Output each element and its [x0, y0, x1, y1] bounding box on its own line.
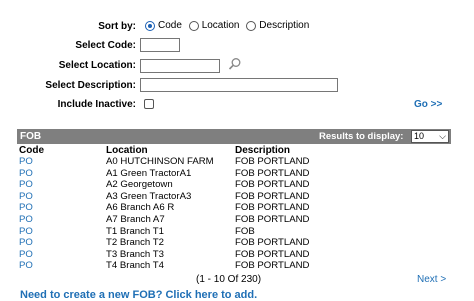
sort-location-radio[interactable]: [188, 20, 199, 31]
row-code[interactable]: PO: [19, 249, 33, 261]
grid-title: FOB: [20, 131, 42, 142]
include-inactive-checkbox[interactable]: [144, 99, 154, 109]
go-link[interactable]: Go >>: [414, 99, 442, 110]
table-row[interactable]: PO T1 Branch T1 FOB: [19, 226, 449, 238]
table-row[interactable]: PO T3 Branch T3 FOB PORTLAND: [19, 249, 449, 261]
row-code[interactable]: PO: [19, 226, 33, 238]
row-location: A2 Georgetown: [106, 179, 173, 191]
table-row[interactable]: PO A2 Georgetown FOB PORTLAND: [19, 179, 449, 191]
select-code-label: Select Code:: [75, 40, 136, 51]
table-row[interactable]: PO A6 Branch A6 R FOB PORTLAND: [19, 202, 449, 214]
row-location: A0 HUTCHINSON FARM: [106, 156, 214, 167]
row-description: FOB PORTLAND: [235, 156, 310, 167]
sort-location-label: Location: [201, 20, 240, 31]
table-row[interactable]: PO A1 Green TractorA1 FOB PORTLAND: [19, 168, 449, 180]
row-description: FOB PORTLAND: [235, 202, 310, 214]
sort-description-radio[interactable]: [246, 20, 257, 31]
row-code[interactable]: PO: [19, 168, 33, 180]
sort-by-options: Code Location Description: [145, 20, 313, 31]
magnifier-icon[interactable]: [228, 57, 242, 71]
row-location: T1 Branch T1: [106, 225, 164, 237]
include-inactive-label: Include Inactive:: [57, 99, 136, 110]
row-description: FOB PORTLAND: [235, 190, 310, 202]
row-code[interactable]: PO: [19, 260, 33, 272]
row-location: A3 Green TractorA3: [106, 190, 192, 202]
next-page-link[interactable]: Next >: [417, 274, 446, 285]
row-location: A6 Branch A6 R: [106, 202, 175, 214]
table-row[interactable]: PO A0 HUTCHINSON FARM FOB PORTLAND: [19, 156, 449, 168]
code-input[interactable]: [140, 38, 180, 52]
row-description: FOB PORTLAND: [235, 260, 310, 272]
sort-description-label: Description: [259, 20, 310, 31]
row-description: FOB PORTLAND: [235, 237, 310, 249]
results-to-display-label: Results to display:: [319, 131, 404, 142]
column-header-code: Code: [19, 145, 44, 156]
row-code[interactable]: PO: [19, 179, 33, 191]
row-location: T3 Branch T3: [106, 248, 164, 260]
row-location: T4 Branch T4: [106, 260, 164, 272]
row-code[interactable]: PO: [19, 237, 33, 249]
add-new-fob-link[interactable]: Need to create a new FOB? Click here to …: [20, 289, 257, 301]
column-header-location: Location: [106, 145, 148, 156]
sort-code-label: Code: [158, 20, 182, 31]
location-input[interactable]: [140, 59, 220, 73]
row-description: FOB PORTLAND: [235, 213, 310, 225]
select-location-label: Select Location:: [58, 60, 136, 71]
results-per-page-select[interactable]: 10 ⌵: [411, 130, 449, 143]
row-description: FOB PORTLAND: [235, 167, 310, 179]
row-code[interactable]: PO: [19, 156, 33, 168]
sort-by-label: Sort by:: [98, 21, 136, 32]
select-description-label: Select Description:: [45, 80, 136, 91]
chevron-down-icon: ⌵: [439, 131, 446, 141]
row-code[interactable]: PO: [19, 202, 33, 214]
row-code[interactable]: PO: [19, 214, 33, 226]
pagination-info: (1 - 10 Of 230): [196, 274, 262, 285]
row-location: A7 Branch A7: [106, 213, 165, 225]
row-location: A1 Green TractorA1: [106, 167, 192, 179]
row-description: FOB PORTLAND: [235, 179, 310, 191]
sort-code-radio[interactable]: [145, 20, 155, 31]
row-description: FOB PORTLAND: [235, 248, 310, 260]
row-description: FOB: [235, 225, 255, 237]
results-per-page-value: 10: [414, 131, 425, 141]
row-location: T2 Branch T2: [106, 237, 164, 249]
column-header-description: Description: [235, 145, 291, 156]
row-code[interactable]: PO: [19, 191, 33, 203]
description-input[interactable]: [140, 78, 338, 92]
table-row[interactable]: PO A7 Branch A7 FOB PORTLAND: [19, 214, 449, 226]
table-row[interactable]: PO T2 Branch T2 FOB PORTLAND: [19, 237, 449, 249]
table-row[interactable]: PO T4 Branch T4 FOB PORTLAND: [19, 260, 449, 272]
table-row[interactable]: PO A3 Green TractorA3 FOB PORTLAND: [19, 191, 449, 203]
grid-rows: PO A0 HUTCHINSON FARM FOB PORTLAND PO A1 Gr…: [19, 156, 449, 272]
grid-header-bar: FOB Results to display: 10 ⌵: [17, 129, 451, 144]
